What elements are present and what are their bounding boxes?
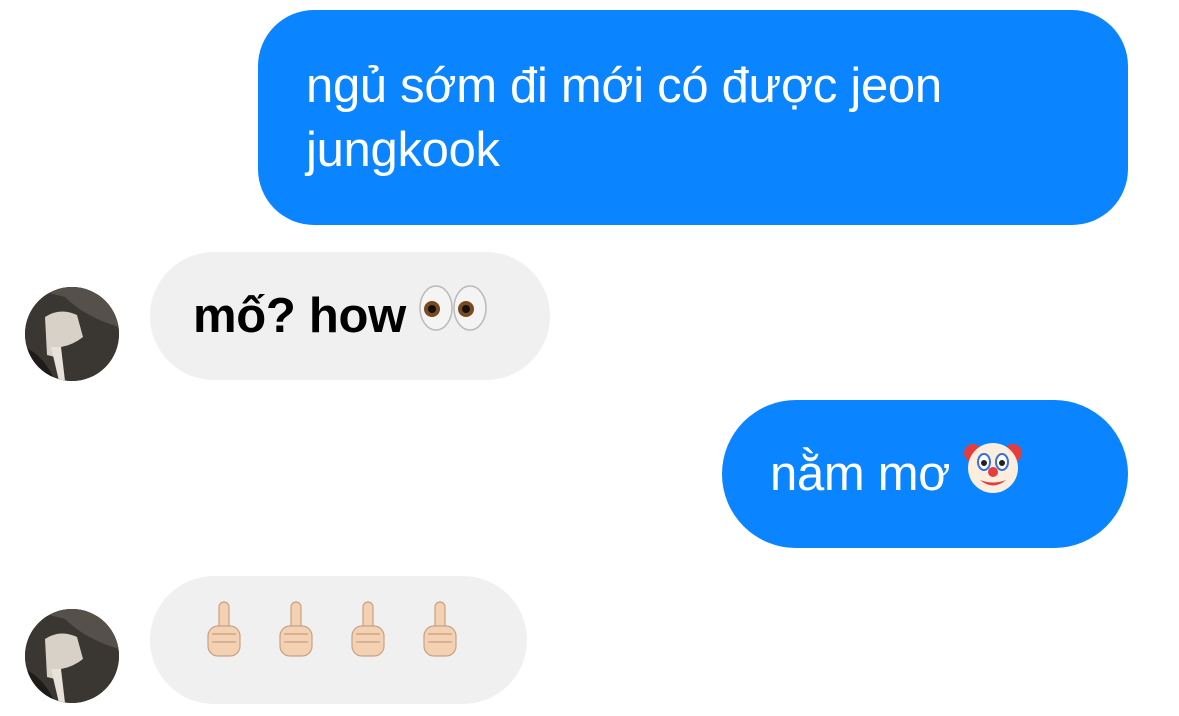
received-message-bubble[interactable] bbox=[150, 576, 527, 704]
contact-avatar[interactable] bbox=[25, 609, 119, 703]
middle-finger-emoji bbox=[348, 600, 388, 680]
received-message-bubble[interactable]: mố? how bbox=[150, 252, 550, 380]
message-text: mố? how bbox=[193, 289, 406, 343]
middle-finger-emoji bbox=[276, 600, 316, 680]
sent-message-bubble[interactable]: ngủ sớm đi mới có được jeon jungkook bbox=[258, 10, 1128, 225]
middle-finger-emoji bbox=[420, 600, 460, 680]
sent-message-bubble[interactable]: nằm mơ bbox=[722, 400, 1128, 548]
clown-face-emoji bbox=[962, 435, 1024, 513]
middle-finger-emoji bbox=[204, 600, 244, 680]
message-text: ngủ sớm đi mới có được jeon jungkook bbox=[306, 58, 942, 177]
message-text: nằm mơ bbox=[770, 447, 951, 501]
contact-avatar[interactable] bbox=[25, 287, 119, 381]
eyes-emoji bbox=[418, 283, 488, 349]
emoji-row bbox=[204, 600, 460, 680]
